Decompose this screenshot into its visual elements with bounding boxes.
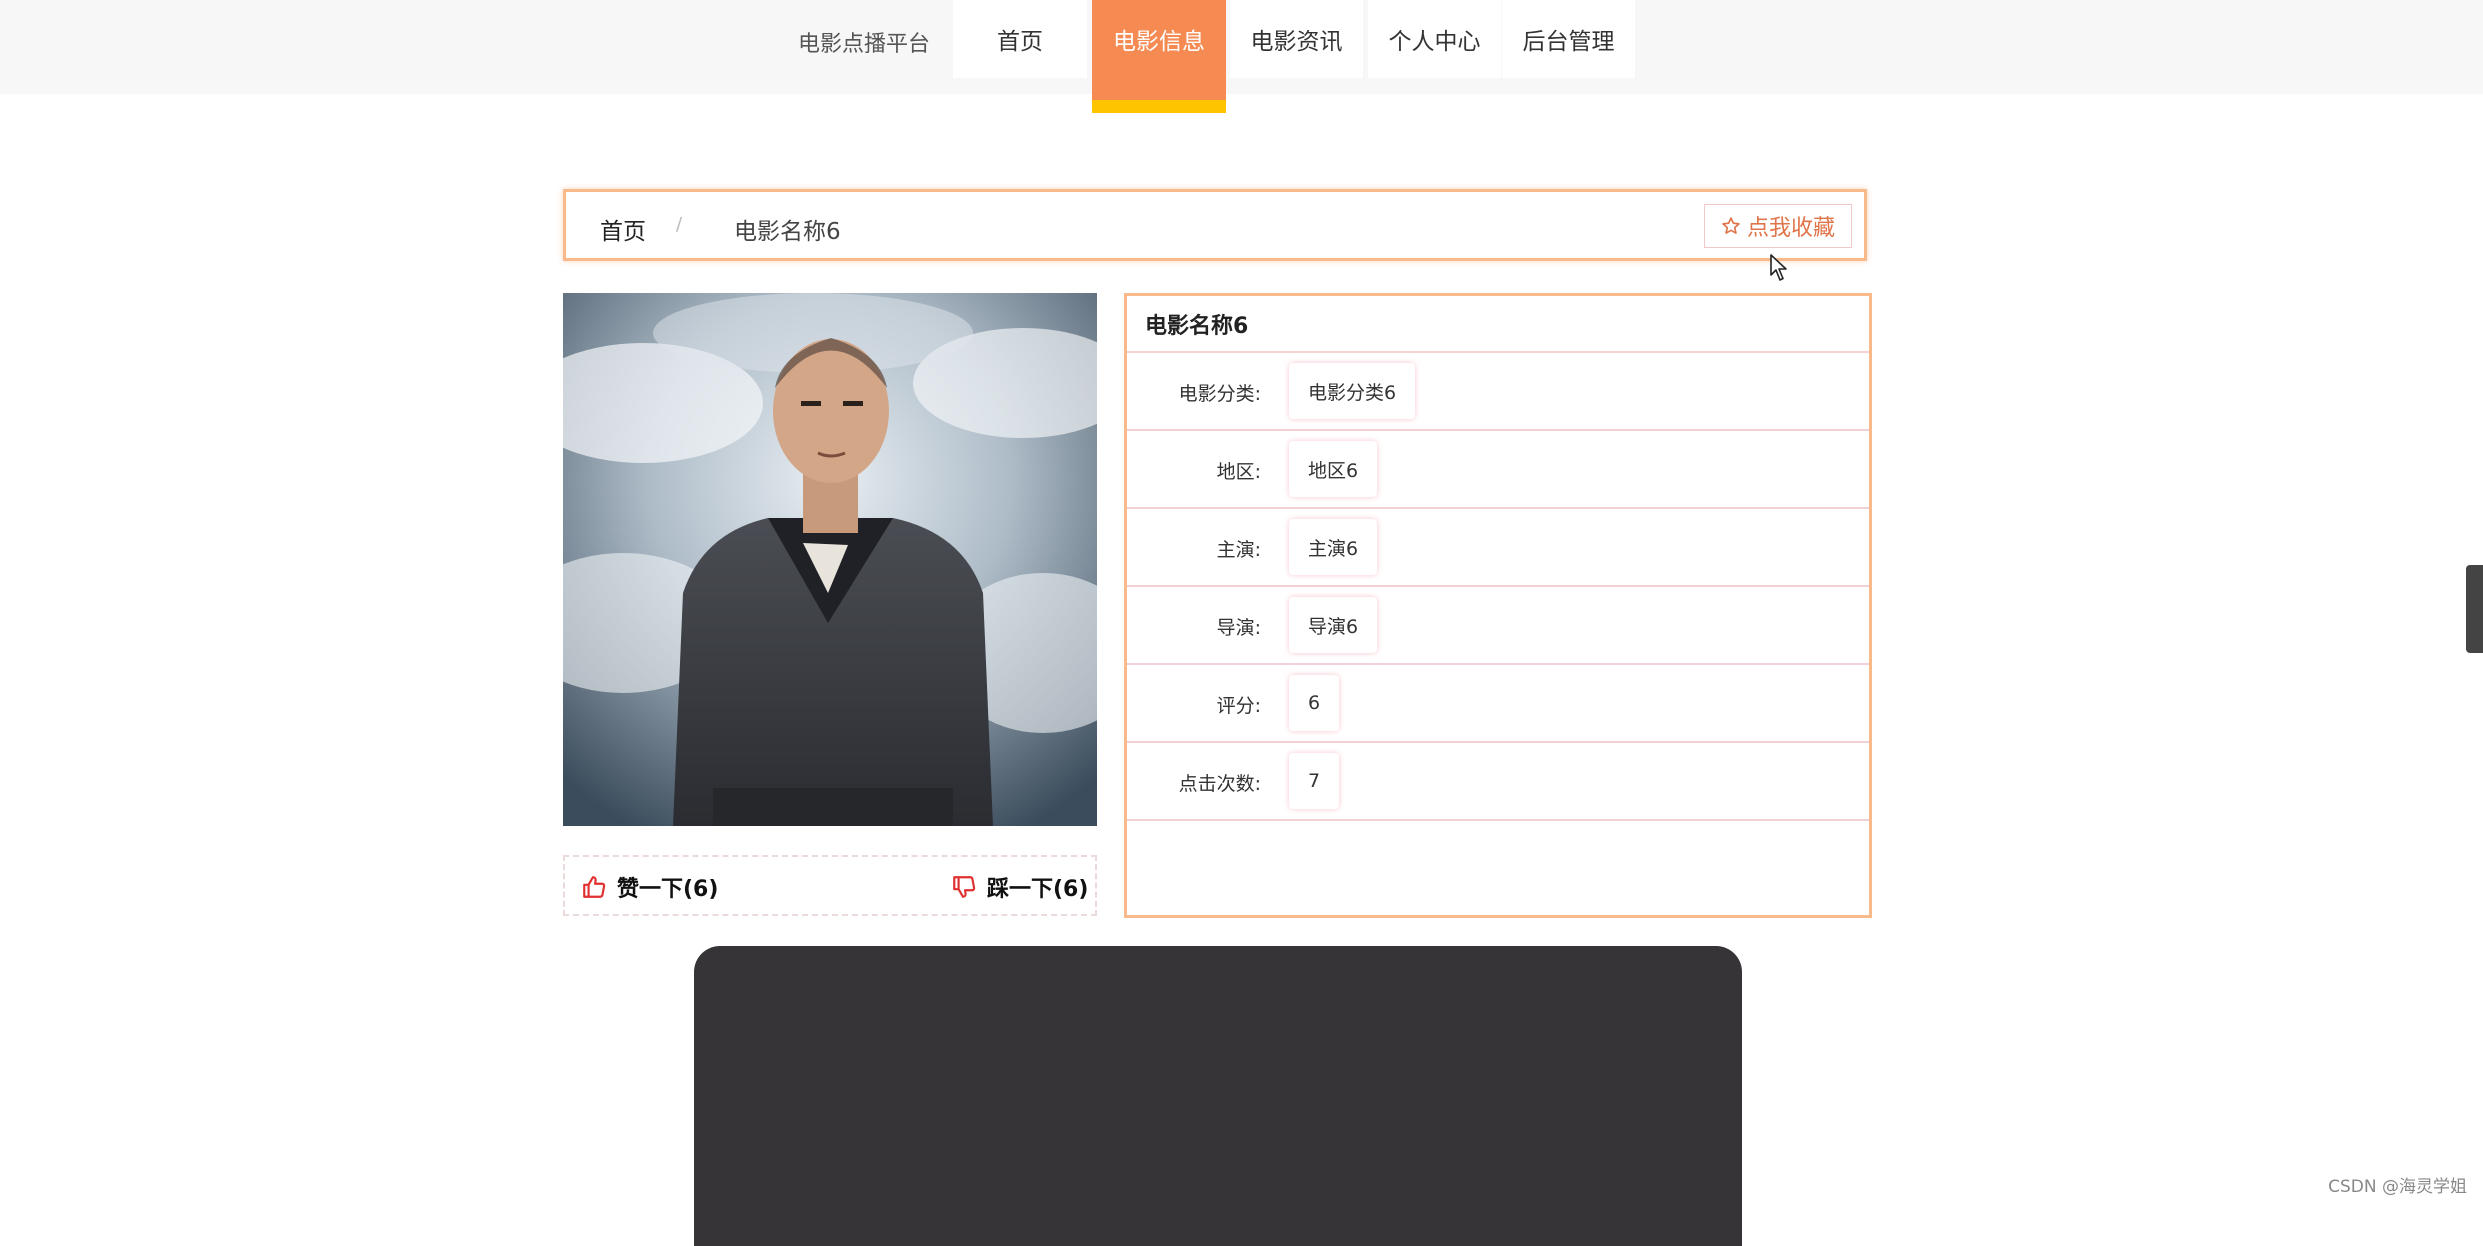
nav-item-movie-news[interactable]: 电影资讯 — [1230, 0, 1363, 78]
mouse-cursor-icon — [1770, 254, 1787, 281]
thumbs-up-icon — [583, 876, 606, 898]
side-toggle-tab[interactable] — [2466, 565, 2483, 653]
detail-row-rating: 评分: 6 — [1127, 665, 1869, 743]
favorite-label: 点我收藏 — [1746, 216, 1835, 241]
breadcrumb: 首页 / 电影名称6 点我收藏 — [563, 189, 1867, 261]
video-player[interactable] — [694, 946, 1742, 1246]
nav-item-admin[interactable]: 后台管理 — [1502, 0, 1635, 78]
brand-title: 电影点播平台 — [798, 32, 931, 57]
detail-row-category: 电影分类: 电影分类6 — [1127, 353, 1869, 431]
top-nav-bar: 电影点播平台 首页 电影信息 电影资讯 个人中心 后台管理 — [0, 0, 2483, 113]
movie-poster — [563, 293, 1097, 826]
row-label: 评分: — [1216, 695, 1261, 717]
row-value: 电影分类6 — [1289, 363, 1416, 419]
movie-title: 电影名称6 — [1127, 296, 1869, 353]
thumbs-down-icon — [953, 876, 976, 898]
detail-row-region: 地区: 地区6 — [1127, 431, 1869, 509]
breadcrumb-current: 电影名称6 — [734, 219, 841, 245]
detail-row-clicks: 点击次数: 7 — [1127, 743, 1869, 821]
row-label: 主演: — [1216, 539, 1261, 561]
row-value: 6 — [1289, 675, 1340, 731]
row-label: 电影分类: — [1178, 383, 1261, 405]
row-label: 点击次数: — [1178, 773, 1261, 795]
watermark: CSDN @海灵学姐 — [2328, 1177, 2467, 1197]
vote-bar: 赞一下(6) 踩一下(6) — [563, 855, 1097, 916]
detail-row-actor: 主演: 主演6 — [1127, 509, 1869, 587]
row-value: 主演6 — [1289, 519, 1378, 575]
breadcrumb-separator: / — [676, 214, 683, 235]
breadcrumb-home[interactable]: 首页 — [600, 212, 646, 246]
nav-item-movie-info[interactable]: 电影信息 — [1092, 0, 1226, 113]
dislike-button[interactable]: 踩一下(6) — [951, 871, 1088, 903]
dislike-label: 踩一下(6) — [987, 877, 1089, 902]
like-label: 赞一下(6) — [617, 877, 719, 902]
row-label: 地区: — [1216, 461, 1261, 483]
favorite-button[interactable]: 点我收藏 — [1703, 204, 1852, 248]
nav-item-personal-center[interactable]: 个人中心 — [1368, 0, 1501, 78]
nav-item-home[interactable]: 首页 — [953, 0, 1087, 78]
row-value: 7 — [1289, 753, 1340, 809]
detail-row-director: 导演: 导演6 — [1127, 587, 1869, 665]
row-label: 导演: — [1216, 617, 1261, 639]
row-value: 地区6 — [1289, 441, 1378, 497]
like-button[interactable]: 赞一下(6) — [581, 871, 718, 903]
star-icon — [1722, 217, 1740, 234]
row-value: 导演6 — [1289, 597, 1378, 653]
movie-detail-panel: 电影名称6 电影分类: 电影分类6 地区: 地区6 主演: 主演6 导演: 导演… — [1124, 293, 1872, 918]
